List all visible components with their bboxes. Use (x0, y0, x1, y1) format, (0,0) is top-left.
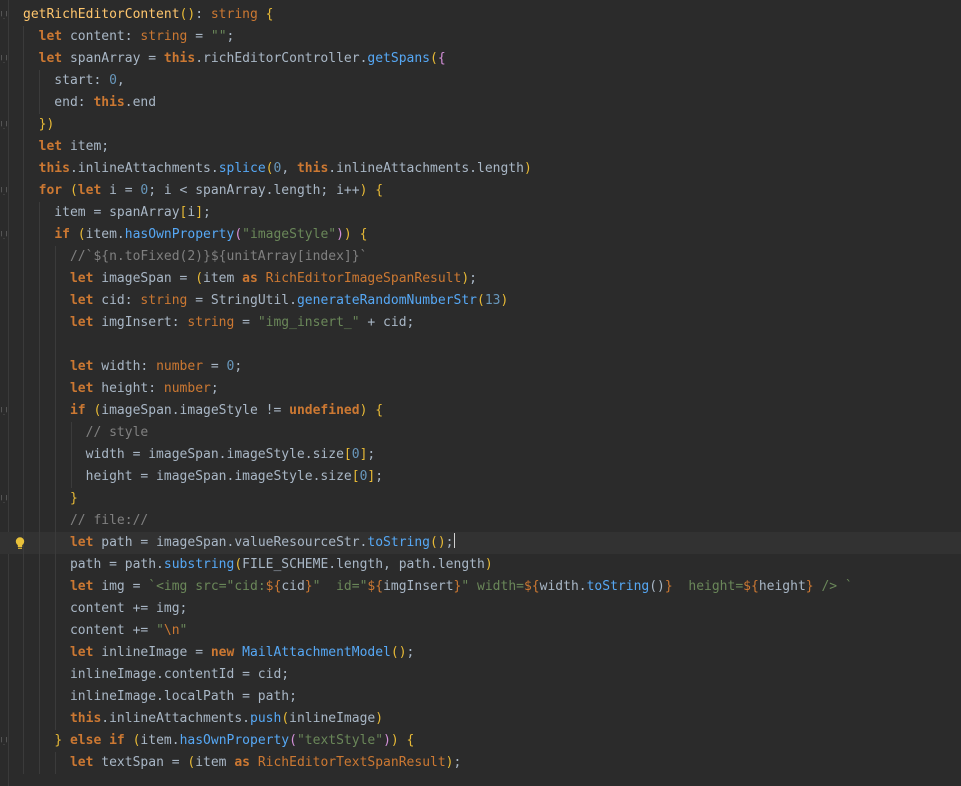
indent-guide (38, 334, 40, 356)
code-text: // file:// (23, 513, 149, 528)
code-line-32[interactable]: inlineImage.localPath = path; (0, 686, 961, 708)
lightbulb-icon[interactable] (15, 537, 25, 550)
code-line-29[interactable]: content += "\n" (0, 620, 961, 642)
code-line-19[interactable]: if (imageSpan.imageStyle != undefined) { (0, 400, 961, 422)
code-text: let textSpan = (item as RichEditorTextSp… (69, 755, 462, 770)
code-text: height = imageSpan.imageStyle.size[0]; (23, 469, 384, 484)
code-text: let imgInsert: string = "img_insert_" + … (69, 315, 415, 330)
code-line-21[interactable]: width = imageSpan.imageStyle.size[0]; (0, 444, 961, 466)
code-line-17[interactable]: let width: number = 0; (0, 356, 961, 378)
code-text: if (item.hasOwnProperty("imageStyle")) { (54, 227, 368, 242)
code-line-27[interactable]: let img = `<img src="cid:${cid}" id="${i… (0, 576, 961, 598)
code-line-23[interactable]: } (0, 488, 961, 510)
code-text: width = imageSpan.imageStyle.size[0]; (23, 447, 376, 462)
text-caret (453, 533, 455, 548)
code-text: end: this.end (23, 95, 157, 110)
code-editor[interactable]: getRichEditorContent(): string { let con… (0, 0, 961, 786)
code-text: this.inlineAttachments.splice(0, this.in… (38, 161, 532, 176)
code-text: content += "\n" (23, 623, 188, 638)
code-text: getRichEditorContent(): string { (23, 7, 274, 22)
code-line-7[interactable]: let item; (0, 136, 961, 158)
code-line-33[interactable]: this.inlineAttachments.push(inlineImage) (0, 708, 961, 730)
code-text: start: 0, (23, 73, 125, 88)
code-line-34[interactable]: } else if (item.hasOwnProperty("textStyl… (0, 730, 961, 752)
code-text: for (let i = 0; i < spanArray.length; i+… (38, 183, 384, 198)
code-line-9[interactable]: for (let i = 0; i < spanArray.length; i+… (0, 180, 961, 202)
code-line-31[interactable]: inlineImage.contentId = cid; (0, 664, 961, 686)
code-text: let imageSpan = (item as RichEditorImage… (69, 271, 477, 286)
code-line-14[interactable]: let cid: string = StringUtil.generateRan… (0, 290, 961, 312)
code-text: item = spanArray[i]; (23, 205, 211, 220)
code-text: let path = imageSpan.valueResourceStr.to… (69, 533, 455, 550)
code-text: }) (38, 117, 55, 132)
code-line-5[interactable]: end: this.end (0, 92, 961, 114)
code-text: let width: number = 0; (69, 359, 243, 374)
code-line-20[interactable]: // style (0, 422, 961, 444)
code-line-4[interactable]: start: 0, (0, 70, 961, 92)
code-line-24[interactable]: // file:// (0, 510, 961, 532)
code-line-18[interactable]: let height: number; (0, 378, 961, 400)
code-line-25[interactable]: let path = imageSpan.valueResourceStr.to… (0, 532, 961, 554)
code-text: this.inlineAttachments.push(inlineImage) (69, 711, 384, 726)
indent-guide (23, 334, 24, 356)
code-text: let cid: string = StringUtil.generateRan… (69, 293, 509, 308)
code-line-16[interactable] (0, 334, 961, 356)
code-text: } else if (item.hasOwnProperty("textStyl… (54, 733, 415, 748)
code-line-30[interactable]: let inlineImage = new MailAttachmentMode… (0, 642, 961, 664)
code-text: //`${n.toFixed(2)}${unitArray[index]}` (23, 249, 368, 264)
code-line-2[interactable]: let content: string = ""; (0, 26, 961, 48)
code-line-28[interactable]: content += img; (0, 598, 961, 620)
code-line-35[interactable]: let textSpan = (item as RichEditorTextSp… (0, 752, 961, 774)
code-text: // style (23, 425, 149, 440)
code-line-1[interactable]: getRichEditorContent(): string { (0, 4, 961, 26)
code-text: let img = `<img src="cid:${cid}" id="${i… (69, 579, 853, 594)
code-line-13[interactable]: let imageSpan = (item as RichEditorImage… (0, 268, 961, 290)
code-line-8[interactable]: this.inlineAttachments.splice(0, this.in… (0, 158, 961, 180)
code-line-26[interactable]: path = path.substring(FILE_SCHEME.length… (0, 554, 961, 576)
code-text: let spanArray = this.richEditorControlle… (38, 51, 446, 66)
code-line-6[interactable]: }) (0, 114, 961, 136)
code-text: content += img; (23, 601, 188, 616)
code-line-10[interactable]: item = spanArray[i]; (0, 202, 961, 224)
indent-guide (54, 334, 56, 356)
code-line-12[interactable]: //`${n.toFixed(2)}${unitArray[index]}` (0, 246, 961, 268)
code-line-22[interactable]: height = imageSpan.imageStyle.size[0]; (0, 466, 961, 488)
code-text: inlineImage.localPath = path; (23, 689, 297, 704)
code-line-3[interactable]: let spanArray = this.richEditorControlle… (0, 48, 961, 70)
code-text: path = path.substring(FILE_SCHEME.length… (23, 557, 493, 572)
code-text: inlineImage.contentId = cid; (23, 667, 290, 682)
code-line-15[interactable]: let imgInsert: string = "img_insert_" + … (0, 312, 961, 334)
code-text: if (imageSpan.imageStyle != undefined) { (69, 403, 384, 418)
code-text: let inlineImage = new MailAttachmentMode… (69, 645, 415, 660)
code-text: let height: number; (69, 381, 219, 396)
code-line-11[interactable]: if (item.hasOwnProperty("imageStyle")) { (0, 224, 961, 246)
code-text: let item; (38, 139, 110, 154)
code-text: } (69, 491, 78, 506)
code-text: let content: string = ""; (38, 29, 235, 44)
